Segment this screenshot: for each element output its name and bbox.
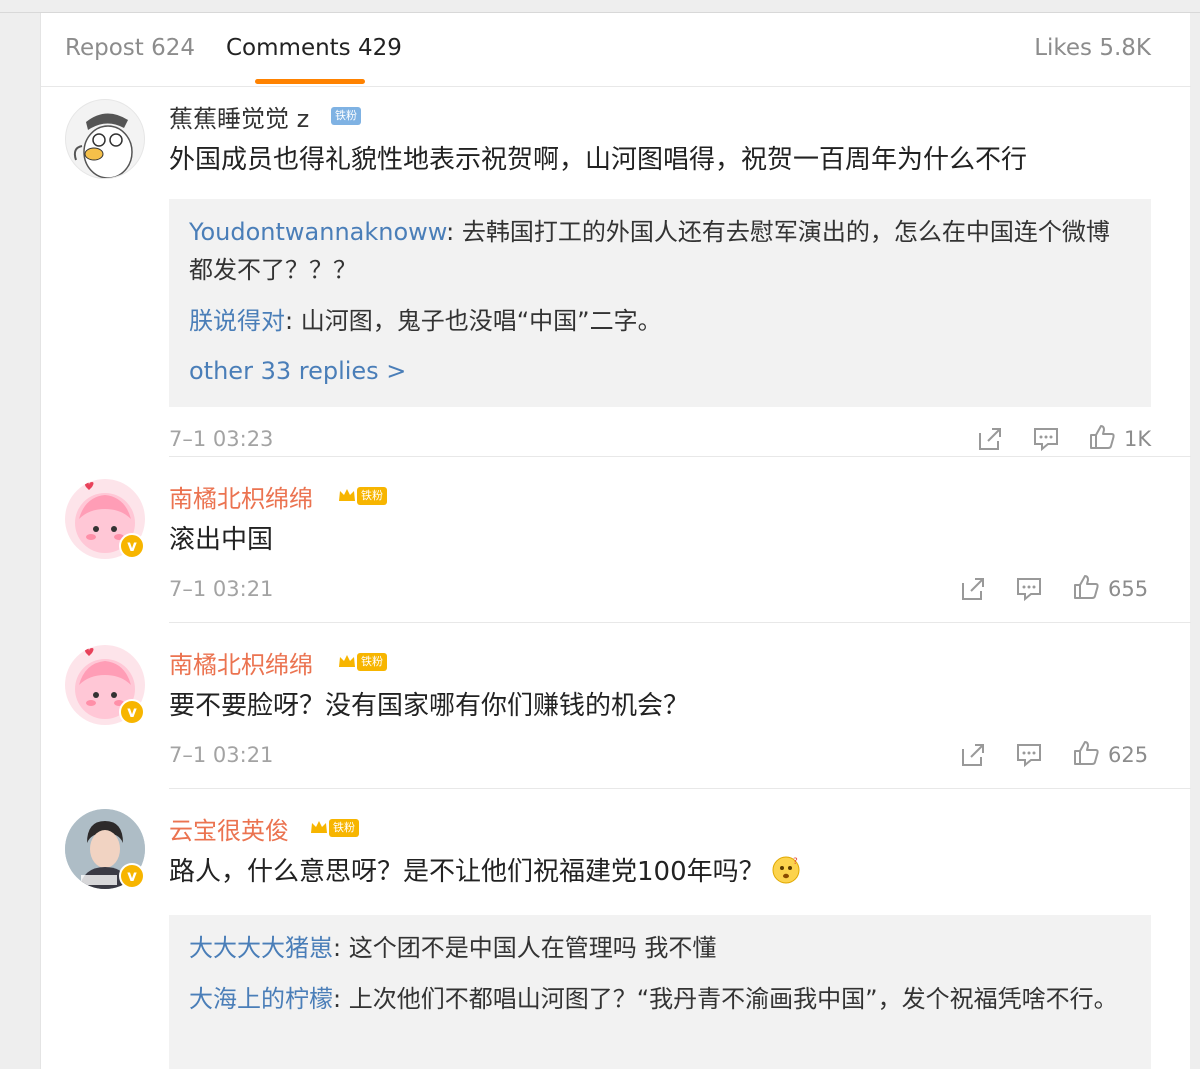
duck-avatar-icon [73, 113, 133, 178]
reply-username[interactable]: Youdontwannaknoww [189, 218, 446, 246]
comment-text: 外国成员也得礼貌性地表示祝贺啊，山河图唱得，祝贺一百周年为什么不行 [169, 145, 1028, 175]
verified-badge-icon: v [119, 533, 145, 559]
reply-text: : 这个团不是中国人在管理吗 我不懂 [333, 934, 717, 962]
like-count: 1K [1124, 427, 1152, 451]
like-count: 625 [1108, 743, 1149, 767]
comment-text: 滚出中国 [169, 525, 274, 555]
tab-bar: Repost 624 Comments 429 Likes 5.8K [41, 13, 1191, 87]
divider [169, 788, 1191, 789]
reply-box: Youdontwannaknoww: 去韩国打工的外国人还有去慰军演出的，怎么在… [169, 199, 1151, 407]
fan-badge: 铁粉 [357, 653, 387, 671]
active-tab-indicator [255, 79, 365, 84]
crown-icon [339, 489, 355, 501]
reply-box: 大大大大猪崽: 这个团不是中国人在管理吗 我不懂 大海上的柠檬: 上次他们不都唱… [169, 915, 1151, 1069]
tab-comments[interactable]: Comments 429 [226, 35, 402, 61]
share-icon[interactable] [976, 425, 1004, 453]
fan-badge: 铁粉 [331, 107, 361, 125]
reply-item: Youdontwannaknoww: 去韩国打工的外国人还有去慰军演出的，怎么在… [189, 213, 1129, 289]
avatar[interactable] [65, 99, 145, 179]
like-count: 655 [1108, 577, 1149, 601]
verified-badge-icon: v [119, 699, 145, 725]
svg-text:?: ? [793, 857, 798, 867]
crown-icon [311, 821, 327, 833]
comment-time: 7–1 03:21 [169, 743, 274, 767]
share-icon[interactable] [959, 741, 987, 769]
reply-text: : 上次他们不都唱山河图了？“我丹青不渝画我中国”，发个祝福凭啥不行。 [333, 985, 1118, 1013]
crown-icon [339, 655, 355, 667]
comment-text: 路人，什么意思呀？是不让他们祝福建党100年吗？? [169, 851, 801, 888]
comment-time: 7–1 03:23 [169, 427, 274, 451]
comment-username[interactable]: 南橘北枳绵绵 [169, 645, 313, 680]
comment-icon[interactable] [1032, 425, 1060, 453]
comment-username[interactable]: 南橘北枳绵绵 [169, 479, 313, 514]
thumbs-up-icon[interactable] [1072, 573, 1100, 601]
reply-username[interactable]: 朕说得对 [189, 307, 285, 335]
reply-item: 大大大大猪崽: 这个团不是中国人在管理吗 我不懂 [189, 929, 1129, 967]
reply-item: 大海上的柠檬: 上次他们不都唱山河图了？“我丹青不渝画我中国”，发个祝福凭啥不行… [189, 980, 1129, 1018]
fan-badge: 铁粉 [357, 487, 387, 505]
reply-username[interactable]: 大大大大猪崽 [189, 934, 333, 962]
thumbs-up-icon[interactable] [1088, 423, 1116, 451]
divider [169, 622, 1191, 623]
thinking-emoji-icon: ? [772, 856, 800, 884]
comment-time: 7–1 03:21 [169, 577, 274, 601]
comments-panel: Repost 624 Comments 429 Likes 5.8K 蕉蕉睡觉觉… [40, 13, 1191, 1069]
comment-icon[interactable] [1015, 575, 1043, 603]
fan-badge: 铁粉 [329, 819, 359, 837]
comment-text-body: 路人，什么意思呀？是不让他们祝福建党100年吗？ [169, 857, 765, 887]
tab-likes[interactable]: Likes 5.8K [1034, 35, 1151, 61]
more-replies-link[interactable]: other 33 replies > [189, 357, 406, 385]
verified-badge-icon: v [119, 863, 145, 889]
thumbs-up-icon[interactable] [1072, 739, 1100, 767]
share-icon[interactable] [959, 575, 987, 603]
comment-text: 要不要脸呀？没有国家哪有你们赚钱的机会？ [169, 691, 690, 721]
comment-username[interactable]: 云宝很英俊 [169, 811, 289, 846]
divider [169, 456, 1191, 457]
comment-icon[interactable] [1015, 741, 1043, 769]
comment-username[interactable]: 蕉蕉睡觉觉 z [169, 99, 309, 134]
reply-username[interactable]: 大海上的柠檬 [189, 985, 333, 1013]
reply-text: : 山河图，鬼子也没唱“中国”二字。 [285, 307, 662, 335]
reply-item: 朕说得对: 山河图，鬼子也没唱“中国”二字。 [189, 302, 1129, 340]
tab-repost[interactable]: Repost 624 [65, 35, 195, 61]
